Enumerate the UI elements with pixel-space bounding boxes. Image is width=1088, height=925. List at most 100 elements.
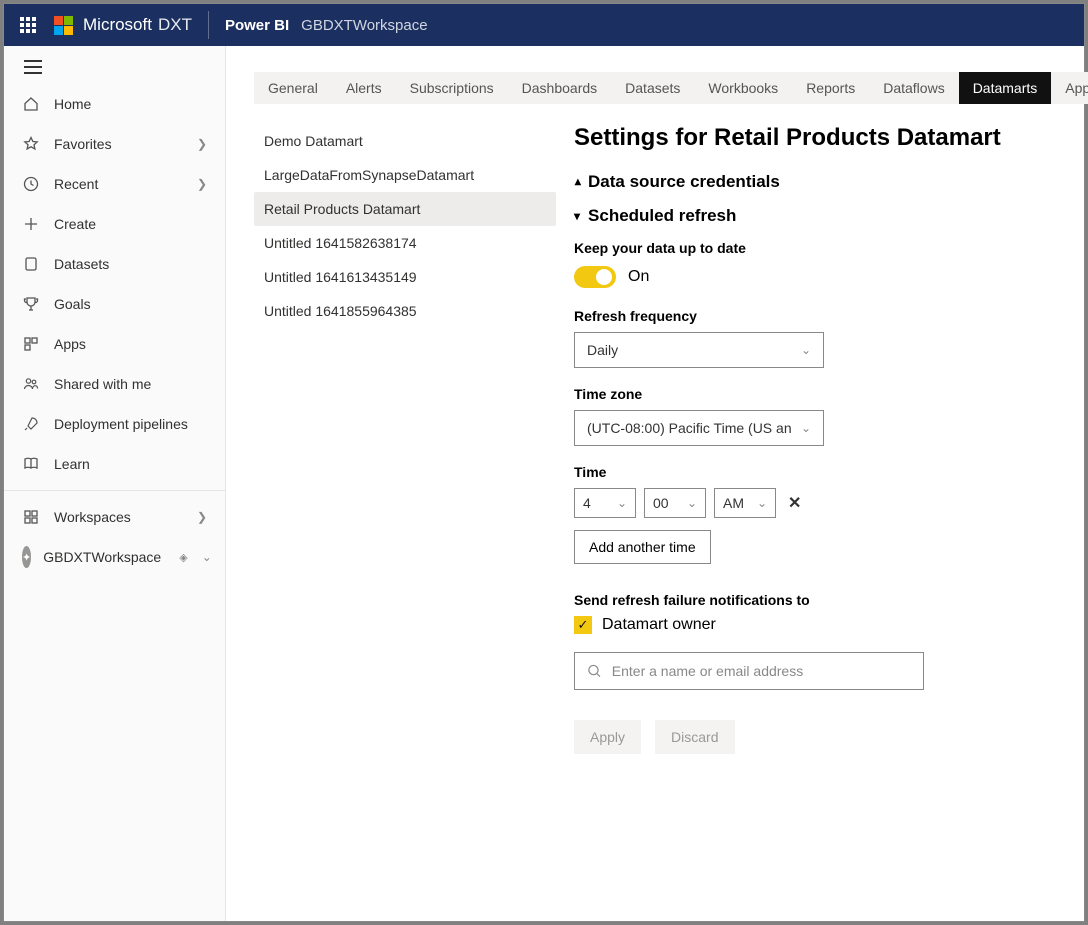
frequency-select[interactable]: Daily ⌄ <box>574 332 824 368</box>
premium-icon: ◈ <box>179 551 187 564</box>
hamburger-button[interactable] <box>4 46 225 84</box>
nav-label: GBDXTWorkspace <box>43 549 161 565</box>
section-label: Data source credentials <box>588 172 780 192</box>
microsoft-logo-icon <box>54 16 73 35</box>
nav-datasets[interactable]: Datasets <box>4 244 225 284</box>
triangle-down-icon: ▾ <box>574 209 580 223</box>
select-value: AM <box>723 495 744 511</box>
nav-label: Workspaces <box>54 509 131 525</box>
checkbox-label: Datamart owner <box>602 616 716 634</box>
nav-label: Learn <box>54 456 90 472</box>
apps-icon <box>22 335 40 353</box>
notify-input[interactable] <box>612 663 911 679</box>
tab-reports[interactable]: Reports <box>792 72 869 104</box>
chevron-right-icon: ❯ <box>197 177 207 191</box>
nav-label: Deployment pipelines <box>54 416 188 432</box>
database-icon <box>22 255 40 273</box>
clock-icon <box>22 175 40 193</box>
timezone-label: Time zone <box>574 386 1064 402</box>
tab-dashboards[interactable]: Dashboards <box>508 72 612 104</box>
nav-label: Favorites <box>54 136 112 152</box>
chevron-down-icon: ⌄ <box>801 421 811 435</box>
keep-data-label: Keep your data up to date <box>574 240 1064 256</box>
tab-subscriptions[interactable]: Subscriptions <box>396 72 508 104</box>
tab-datasets[interactable]: Datasets <box>611 72 694 104</box>
nav-pipelines[interactable]: Deployment pipelines <box>4 404 225 444</box>
nav-home[interactable]: Home <box>4 84 225 124</box>
tab-app[interactable]: App <box>1051 72 1088 104</box>
tab-alerts[interactable]: Alerts <box>332 72 396 104</box>
chevron-right-icon: ❯ <box>197 510 207 524</box>
product-name[interactable]: Power BI <box>225 17 289 34</box>
owner-checkbox[interactable]: ✓ <box>574 616 592 634</box>
datamart-item[interactable]: Untitled 1641582638174 <box>254 226 556 260</box>
nav-label: Goals <box>54 296 91 312</box>
chevron-down-icon: ⌄ <box>202 550 212 564</box>
chevron-down-icon: ⌄ <box>687 496 697 510</box>
people-icon <box>22 375 40 393</box>
select-value: (UTC-08:00) Pacific Time (US an <box>587 420 792 436</box>
datamart-item[interactable]: Demo Datamart <box>254 124 556 158</box>
notify-search[interactable] <box>574 652 924 690</box>
toggle-state: On <box>628 268 649 286</box>
rocket-icon <box>22 415 40 433</box>
nav-apps[interactable]: Apps <box>4 324 225 364</box>
nav-workspaces[interactable]: Workspaces ❯ <box>4 497 225 537</box>
time-ampm-select[interactable]: AM ⌄ <box>714 488 776 518</box>
page-title: Settings for Retail Products Datamart <box>574 124 1064 152</box>
nav-current-workspace[interactable]: ✦ GBDXTWorkspace ◈ ⌄ <box>4 537 225 577</box>
star-icon <box>22 135 40 153</box>
nav-create[interactable]: Create <box>4 204 225 244</box>
nav-goals[interactable]: Goals <box>4 284 225 324</box>
chevron-right-icon: ❯ <box>197 137 207 151</box>
nav-learn[interactable]: Learn <box>4 444 225 484</box>
section-scheduled-refresh[interactable]: ▾ Scheduled refresh <box>574 206 1064 226</box>
time-minute-select[interactable]: 00 ⌄ <box>644 488 706 518</box>
home-icon <box>22 95 40 113</box>
remove-time-button[interactable]: ✕ <box>784 489 805 517</box>
datamart-item[interactable]: Retail Products Datamart <box>254 192 556 226</box>
workspaces-icon <box>22 508 40 526</box>
chevron-down-icon: ⌄ <box>801 343 811 357</box>
discard-button[interactable]: Discard <box>655 720 734 754</box>
workspace-breadcrumb[interactable]: GBDXTWorkspace <box>301 17 427 34</box>
trophy-icon <box>22 295 40 313</box>
datamart-item[interactable]: Untitled 1641613435149 <box>254 260 556 294</box>
nav-recent[interactable]: Recent ❯ <box>4 164 225 204</box>
topbar: Microsoft DXT Power BI GBDXTWorkspace <box>4 4 1084 46</box>
select-value: Daily <box>587 342 618 358</box>
app-launcher-icon[interactable] <box>20 17 36 33</box>
workspace-avatar-icon: ✦ <box>22 546 31 568</box>
timezone-select[interactable]: (UTC-08:00) Pacific Time (US an ⌄ <box>574 410 824 446</box>
select-value: 00 <box>653 495 669 511</box>
nav-label: Recent <box>54 176 98 192</box>
refresh-toggle[interactable] <box>574 266 616 288</box>
nav-shared[interactable]: Shared with me <box>4 364 225 404</box>
chevron-down-icon: ⌄ <box>757 496 767 510</box>
datamart-item[interactable]: LargeDataFromSynapseDatamart <box>254 158 556 192</box>
apply-button[interactable]: Apply <box>574 720 641 754</box>
nav-label: Apps <box>54 336 86 352</box>
nav-label: Create <box>54 216 96 232</box>
nav-label: Datasets <box>54 256 109 272</box>
time-hour-select[interactable]: 4 ⌄ <box>574 488 636 518</box>
settings-tabs: General Alerts Subscriptions Dashboards … <box>254 72 1088 104</box>
brand-text: Microsoft <box>83 15 152 35</box>
datamart-item[interactable]: Untitled 1641855964385 <box>254 294 556 328</box>
time-label: Time <box>574 464 1064 480</box>
sidebar: Home Favorites ❯ Recent ❯ Create Dataset… <box>4 46 226 921</box>
triangle-right-icon: ▸ <box>570 179 584 185</box>
search-icon <box>587 663 602 679</box>
plus-icon <box>22 215 40 233</box>
tab-datamarts[interactable]: Datamarts <box>959 72 1052 104</box>
frequency-label: Refresh frequency <box>574 308 1064 324</box>
tab-workbooks[interactable]: Workbooks <box>694 72 792 104</box>
section-credentials[interactable]: ▸ Data source credentials <box>574 172 1064 192</box>
nav-favorites[interactable]: Favorites ❯ <box>4 124 225 164</box>
tab-general[interactable]: General <box>254 72 332 104</box>
select-value: 4 <box>583 495 591 511</box>
datamart-list: Demo Datamart LargeDataFromSynapseDatama… <box>226 104 566 921</box>
tab-dataflows[interactable]: Dataflows <box>869 72 958 104</box>
add-time-button[interactable]: Add another time <box>574 530 711 564</box>
chevron-down-icon: ⌄ <box>617 496 627 510</box>
